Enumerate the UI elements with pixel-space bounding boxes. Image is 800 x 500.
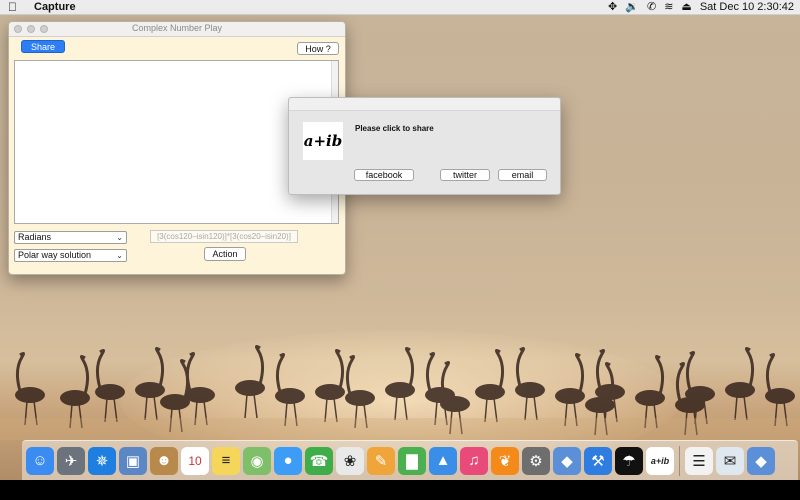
dock-tooth-app-icon[interactable]: ☂ (615, 446, 643, 475)
dock: ☺ ✈ ✵ ▣ ☻ 10 ≡ ◉ ● ☎ ❀ ✎ ▇ ▲ ♫ ❦ ⚙ ◆ ⚒ ☂ a+ib ☰ ✉ ◆ (22, 440, 798, 483)
flamingo-leg (153, 395, 158, 421)
dock-contacts-icon[interactable]: ☻ (150, 446, 178, 475)
dock-maps-icon[interactable]: ◉ (243, 446, 271, 475)
speaker-icon[interactable]: 🔉 (625, 0, 639, 14)
screen-bottom-edge (0, 480, 800, 500)
dock-numbers-icon[interactable]: ▇ (398, 446, 426, 475)
app-menu-name[interactable]: Capture (34, 1, 76, 13)
move-arrows-icon[interactable]: ✥ (608, 0, 617, 14)
flamingo-neck (685, 350, 696, 391)
flamingo-leg (244, 393, 248, 419)
flamingo-neck (404, 346, 415, 387)
dock-finder-icon[interactable]: ☺ (26, 446, 54, 483)
action-button[interactable]: Action (204, 247, 246, 261)
dock-virtualbox-icon[interactable]: ◆ (553, 446, 581, 483)
flamingo-neck (515, 346, 526, 387)
flamingo-neck (675, 361, 686, 402)
flamingo-neck (595, 348, 606, 389)
dock-calendar-icon[interactable]: 10 (181, 446, 209, 475)
dock-preview-icon[interactable]: ▣ (119, 446, 147, 475)
dock-documents-icon[interactable]: ☰ (685, 446, 713, 475)
flamingo-neck (275, 352, 286, 393)
dock-separator (679, 445, 680, 476)
eject-icon[interactable]: ⏏ (681, 0, 691, 14)
app-logo: a+ib (303, 122, 343, 160)
flamingo-leg (253, 393, 258, 419)
flamingo-leg (734, 395, 738, 421)
dock-photos-icon[interactable]: ❀ (336, 446, 364, 475)
wifi-icon[interactable]: ≋ (664, 0, 673, 14)
facebook-button[interactable]: facebook (354, 169, 414, 181)
flamingo-neck (744, 346, 755, 387)
flamingo-neck (494, 348, 505, 389)
flamingo-neck (345, 354, 356, 395)
dock-downloads-icon[interactable]: ✉ (716, 446, 744, 475)
flamingo-neck (254, 344, 265, 385)
email-button[interactable]: email (498, 169, 547, 181)
how-button[interactable]: How ? (297, 42, 339, 55)
status-area: ✥ 🔉 ✆ ≋ ⏏ Sat Dec 10 2:30:42 (608, 0, 794, 14)
flamingo-neck (765, 352, 776, 393)
dock-ibooks-icon[interactable]: ❦ (491, 446, 519, 475)
flamingo-neck (654, 354, 665, 395)
chevron-down-icon: ⌄ (116, 233, 123, 242)
share-popup: a+ib Please click to share facebook twit… (288, 97, 561, 195)
dock-safari-icon[interactable]: ✵ (88, 446, 116, 483)
flamingo-leg (144, 395, 148, 421)
dock-virtualbox-2-icon[interactable]: ◆ (747, 446, 775, 475)
menu-bar:  Capture ✥ 🔉 ✆ ≋ ⏏ Sat Dec 10 2:30:42 (0, 0, 800, 15)
dock-pages-icon[interactable]: ✎ (367, 446, 395, 475)
popup-titlebar (289, 98, 560, 111)
flamingo-neck (425, 351, 436, 392)
menu-clock[interactable]: Sat Dec 10 2:30:42 (700, 0, 794, 14)
dock-messages-icon[interactable]: ● (274, 446, 302, 475)
chevron-down-icon: ⌄ (116, 251, 123, 260)
window-titlebar[interactable]: Complex Number Play (9, 22, 345, 37)
flamingo-neck (154, 346, 165, 387)
dock-itunes-icon[interactable]: ♫ (460, 446, 488, 475)
dock-xcode-icon[interactable]: ⚒ (584, 446, 612, 483)
flamingo-neck (179, 358, 190, 399)
flamingo-neck (15, 351, 26, 392)
phone-icon[interactable]: ✆ (647, 0, 656, 14)
flamingo-leg (403, 395, 408, 421)
solution-method-select[interactable]: Polar way solution ⌄ (14, 249, 127, 262)
flamingo-leg (533, 395, 538, 421)
angle-unit-value: Radians (18, 232, 52, 242)
apple-icon[interactable]:  (8, 0, 20, 14)
flamingo-neck (95, 348, 106, 389)
dock-facetime-icon[interactable]: ☎ (305, 446, 333, 475)
angle-unit-select[interactable]: Radians ⌄ (14, 231, 127, 244)
dock-notes-icon[interactable]: ≡ (212, 446, 240, 475)
dock-system-preferences-icon[interactable]: ⚙ (522, 446, 550, 475)
twitter-button[interactable]: twitter (440, 169, 490, 181)
dock-launchpad-icon[interactable]: ✈ (57, 446, 85, 475)
flamingo-neck (574, 352, 585, 393)
dock-complex-number-play-icon[interactable]: a+ib (646, 446, 674, 483)
window-title: Complex Number Play (131, 23, 223, 33)
flamingo-leg (743, 395, 748, 421)
flamingo-leg (394, 395, 398, 421)
solution-method-value: Polar way solution (18, 250, 92, 260)
expression-input[interactable]: [3(cos120–isin120)]*[3(cos20–isin20)] (150, 230, 298, 243)
share-button[interactable]: Share (21, 40, 65, 53)
share-message: Please click to share (355, 124, 434, 133)
flamingo-neck (79, 354, 90, 395)
flamingo-neck (334, 348, 345, 389)
flamingo-leg (524, 395, 528, 421)
dock-keynote-icon[interactable]: ▲ (429, 446, 457, 475)
